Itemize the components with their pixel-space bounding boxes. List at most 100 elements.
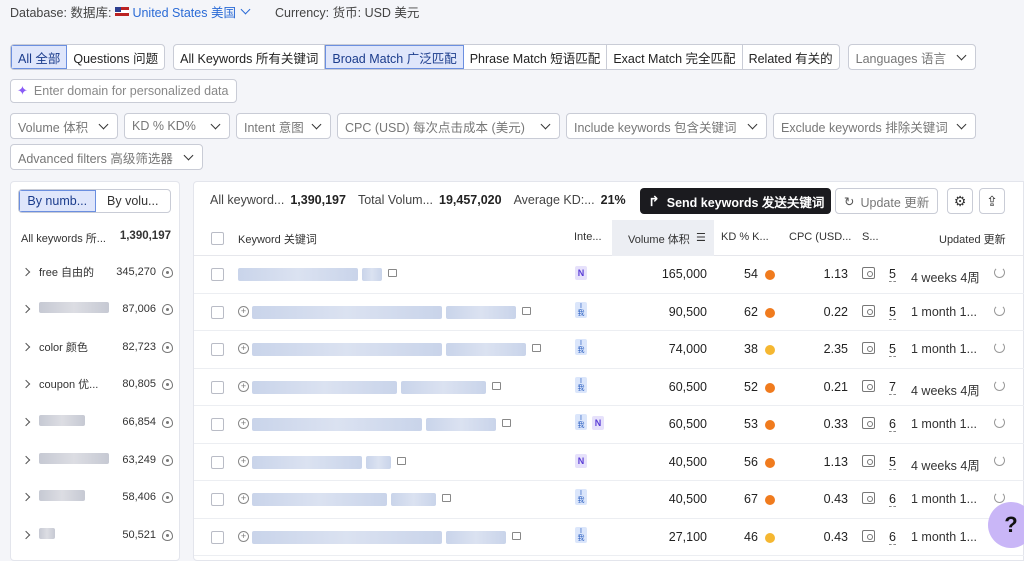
serp-features-count[interactable]: 6 [889, 492, 896, 507]
page-icon[interactable] [397, 456, 406, 465]
select-all-checkbox[interactable] [211, 232, 224, 245]
add-keyword-icon[interactable]: + [238, 305, 249, 317]
chevron-right-icon[interactable] [21, 492, 31, 502]
serp-preview-icon[interactable] [862, 267, 875, 279]
group-item[interactable]: 87,006 [21, 299, 173, 319]
eye-icon[interactable] [162, 491, 173, 503]
serp-column-header[interactable]: S... [862, 231, 879, 243]
group-item[interactable]: coupon 优... 80,805 [21, 374, 173, 394]
export-button[interactable]: ⇪ [979, 188, 1005, 214]
serp-features-count[interactable]: 6 [889, 417, 896, 432]
table-row[interactable]: + I 我 60,500 52 0.21 7 4 weeks 4周 [194, 369, 1024, 406]
row-checkbox[interactable] [211, 380, 224, 394]
keyword-text[interactable] [252, 305, 516, 322]
keyword-text[interactable] [252, 418, 496, 434]
refresh-icon[interactable] [994, 454, 1005, 466]
page-icon[interactable] [512, 531, 521, 540]
refresh-icon[interactable] [994, 492, 1005, 503]
group-item[interactable]: 66,854 [21, 412, 173, 432]
volume-filter[interactable]: Volume 体积 [10, 113, 118, 139]
serp-preview-icon[interactable] [862, 417, 875, 429]
serp-features-count[interactable]: 6 [889, 530, 896, 545]
eye-icon[interactable] [162, 266, 173, 278]
exclude-keywords-filter[interactable]: Exclude keywords 排除关键词 [773, 113, 976, 139]
cpc-column-header[interactable]: CPC (USD... [789, 231, 851, 243]
group-item[interactable]: free 自由的 345,270 [21, 262, 173, 282]
keyword-text[interactable] [252, 493, 436, 509]
add-keyword-icon[interactable]: + [238, 380, 249, 392]
keyword-text[interactable] [252, 530, 506, 547]
eye-icon[interactable] [162, 416, 173, 428]
serp-features-count[interactable]: 5 [889, 267, 896, 282]
tab-exact-match[interactable]: Exact Match 完全匹配 [607, 45, 743, 69]
eye-icon[interactable] [162, 303, 173, 315]
group-item[interactable]: color 颜色 82,723 [21, 337, 173, 357]
table-row[interactable]: + I 我 27,100 46 0.43 6 1 month 1... [194, 519, 1024, 556]
page-icon[interactable] [502, 419, 511, 427]
page-icon[interactable] [388, 269, 397, 277]
serp-features-count[interactable]: 5 [889, 342, 896, 357]
serp-features-count[interactable]: 7 [889, 380, 896, 395]
table-row[interactable]: + I 我 90,500 62 0.22 5 1 month 1... [194, 294, 1024, 331]
intent-column-header[interactable]: Inte... [574, 231, 602, 243]
chevron-right-icon[interactable] [21, 417, 31, 427]
sort-icon[interactable]: ☰ [696, 231, 706, 244]
add-keyword-icon[interactable]: + [238, 493, 249, 504]
table-row[interactable]: + N 40,500 56 1.13 5 4 weeks 4周 [194, 444, 1024, 481]
refresh-icon[interactable] [994, 267, 1005, 278]
refresh-icon[interactable] [994, 304, 1005, 316]
include-keywords-filter[interactable]: Include keywords 包含关键词 [566, 113, 767, 139]
serp-preview-icon[interactable] [862, 342, 875, 354]
add-keyword-icon[interactable]: + [238, 418, 249, 429]
eye-icon[interactable] [162, 341, 173, 353]
volume-column-header[interactable]: Volume 体积 [628, 231, 690, 247]
serp-preview-icon[interactable] [862, 492, 875, 504]
row-checkbox[interactable] [211, 493, 224, 506]
add-keyword-icon[interactable]: + [238, 530, 249, 542]
eye-icon[interactable] [162, 454, 173, 466]
table-row[interactable]: + I 我 74,000 38 2.35 5 1 month 1... [194, 331, 1024, 369]
eye-icon[interactable] [162, 378, 173, 390]
tab-related[interactable]: Related 有关的 [743, 45, 839, 69]
all-keywords-group[interactable]: All keywords 所... 1,390,197 [21, 230, 171, 246]
add-keyword-icon[interactable]: + [238, 343, 249, 354]
chevron-right-icon[interactable] [21, 304, 31, 314]
row-checkbox[interactable] [211, 455, 224, 469]
kd-column-header[interactable]: KD % K... [721, 231, 769, 243]
group-item[interactable]: 63,249 [21, 450, 173, 470]
send-keywords-button[interactable]: ↱ Send keywords 发送关键词 [640, 188, 832, 214]
refresh-icon[interactable] [994, 417, 1005, 428]
kd-filter[interactable]: KD % KD% [124, 113, 230, 139]
tab-all-keywords[interactable]: All Keywords 所有关键词 [174, 45, 326, 69]
page-icon[interactable] [532, 344, 541, 352]
tab-questions[interactable]: Questions 问题 [67, 45, 164, 69]
row-checkbox[interactable] [211, 305, 224, 319]
sort-by-number[interactable]: By numb... [19, 190, 96, 212]
serp-features-count[interactable]: 5 [889, 305, 896, 320]
refresh-icon[interactable] [994, 379, 1005, 391]
keyword-text[interactable] [252, 343, 526, 359]
updated-column-header[interactable]: Updated 更新 [939, 231, 1006, 247]
update-button[interactable]: ↻ Update 更新 [835, 188, 939, 214]
chevron-right-icon[interactable] [21, 342, 31, 352]
cpc-filter[interactable]: CPC (USD) 每次点击成本 (美元) [337, 113, 560, 139]
table-row[interactable]: + I 我 N 60,500 53 0.33 6 1 month 1... [194, 406, 1024, 444]
keyword-column-header[interactable]: Keyword 关键词 [238, 231, 317, 247]
row-checkbox[interactable] [211, 343, 224, 356]
serp-preview-icon[interactable] [862, 304, 875, 317]
page-icon[interactable] [492, 381, 501, 390]
keyword-text[interactable] [238, 268, 382, 284]
serp-features-count[interactable]: 5 [889, 455, 896, 470]
row-checkbox[interactable] [211, 418, 224, 431]
chevron-right-icon[interactable] [21, 530, 31, 540]
eye-icon[interactable] [162, 529, 173, 541]
row-checkbox[interactable] [211, 530, 224, 544]
sort-by-volume[interactable]: By volu... [96, 190, 171, 212]
keyword-text[interactable] [252, 455, 391, 472]
tab-broad-match[interactable]: Broad Match 广泛匹配 [325, 45, 464, 69]
serp-preview-icon[interactable] [862, 454, 875, 467]
page-icon[interactable] [522, 306, 531, 315]
serp-preview-icon[interactable] [862, 379, 875, 392]
serp-preview-icon[interactable] [862, 529, 875, 542]
row-checkbox[interactable] [211, 268, 224, 281]
